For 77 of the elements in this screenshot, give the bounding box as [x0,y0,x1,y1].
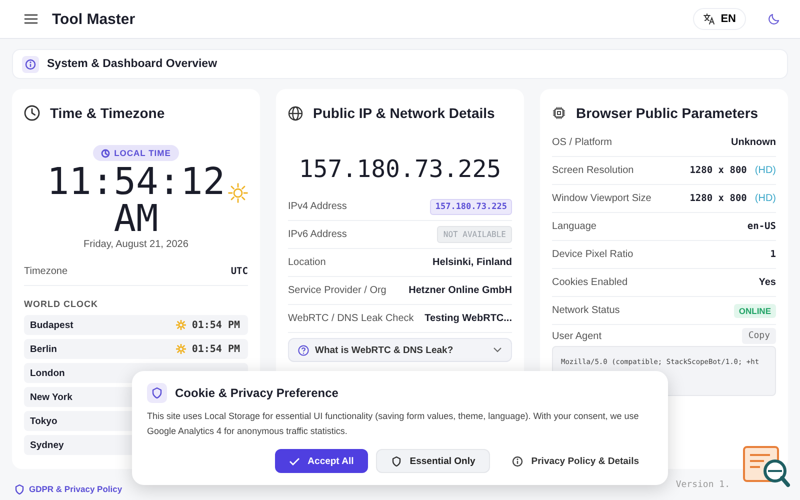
row-value: 1 [770,249,776,260]
privacy-link[interactable]: GDPR & Privacy Policy [14,484,122,494]
banner-title: System & Dashboard Overview [47,58,218,70]
faq-accordion[interactable]: What is WebRTC & DNS Leak? [288,338,512,362]
ip-address: 157.180.73.225 [298,155,502,183]
sun-icon [176,320,186,330]
moon-icon [768,13,780,25]
row-value: en-US [747,221,776,232]
row-label: Timezone [24,266,68,277]
shield-icon [151,387,163,399]
date-label: Friday, August 21, 2026 [84,239,188,250]
info-icon [25,58,36,70]
row-label: Screen Resolution [552,165,634,176]
row-value: Unknown [731,137,776,148]
row-label: OS / Platform [552,137,612,148]
menu-icon [24,13,38,25]
chip-icon [552,106,566,120]
info-icon [512,456,524,466]
row-value-note: (HD) [754,193,776,204]
row-value-note: (HD) [754,165,776,176]
clock-time: 11:54:12 AM [46,163,226,237]
card-title: Public IP & Network Details [313,105,495,121]
version-label: Version 1. [676,480,730,490]
row-label: Service Provider / Org [288,285,386,296]
city-name: New York [30,392,72,402]
row-label: WebRTC / DNS Leak Check [288,313,414,324]
city-time: 01:54 PM [192,320,240,330]
theme-button[interactable] [768,13,780,25]
city-time: 01:54 PM [192,344,240,354]
translate-icon [702,13,715,25]
policy-button[interactable]: Privacy Policy & Details [498,449,653,473]
row-label: User Agent [552,330,602,342]
clock-icon [101,148,110,158]
row-value: Helsinki, Finland [432,257,512,268]
row-label: Network Status [552,305,620,316]
row-label: Location [288,257,326,268]
card-title: Time & Timezone [50,105,165,121]
sun-icon [228,183,248,203]
card-title: Browser Public Parameters [576,105,758,121]
row-label: IPv4 Address [288,201,347,212]
status-badge: ONLINE [734,304,776,318]
accept-button[interactable]: Accept All [274,449,368,473]
globe-icon [288,106,303,120]
help-icon [298,344,309,356]
badge-label: LOCAL TIME [114,148,171,158]
section-heading: WORLD CLOCK [24,299,99,309]
app-title: Tool Master [52,10,136,28]
check-icon [288,456,300,466]
language-button[interactable]: EN [692,8,746,30]
city-name: Budapest [30,320,74,330]
copy-button[interactable]: Copy [742,328,776,344]
city-name: London [30,368,65,378]
city-name: Tokyo [30,416,58,426]
shield-icon [390,456,402,466]
row-value: UTC [230,266,248,277]
row-label: Language [552,221,596,232]
clock-icon [24,105,40,121]
row-label: IPv6 Address [288,229,347,240]
essential-button[interactable]: Essential Only [376,449,490,473]
city-name: Berlin [30,344,57,354]
value-tag: NOT AVAILABLE [437,226,512,243]
city-name: Sydney [30,440,64,450]
row-value: Hetzner Online GmbH [408,285,512,296]
row-value: Yes [758,277,776,288]
row-value: 1280 x 800 [690,165,747,176]
row-label: Window Viewport Size [552,193,652,204]
shield-icon [14,484,25,494]
row-value: Testing WebRTC... [424,313,512,324]
dialog-text: This site uses Local Storage for essential UI functionality (saving form values, theme, language). With your consent, we use Google Analytics 4 for anonymous traffic statistics. [147,410,640,438]
row-value: 1280 x 800 [690,193,747,204]
row-label: Cookies Enabled [552,277,628,288]
dialog-title: Cookie & Privacy Preference [175,386,338,400]
document-search-icon[interactable] [742,445,790,489]
row-label: Device Pixel Ratio [552,249,634,260]
menu-button[interactable] [24,13,38,25]
sun-icon [176,344,186,354]
value-tag: 157.180.73.225 [430,198,512,214]
